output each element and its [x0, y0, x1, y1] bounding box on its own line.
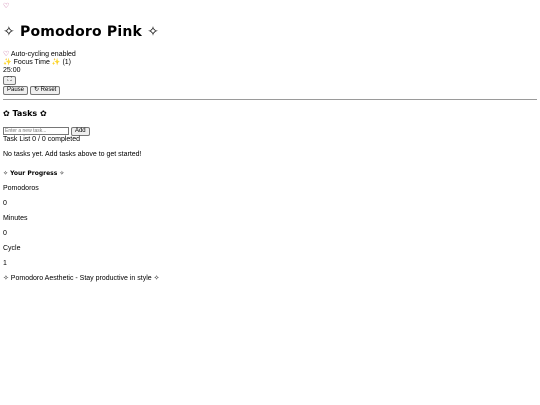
timer-section: ♡ Auto-cycling enabled ✨ Focus Time ✨ (1…	[3, 51, 537, 95]
pause-button[interactable]: Pause	[3, 86, 29, 95]
timer-controls: Pause ↻ Reset	[3, 86, 537, 95]
stat-value-cycle: 1	[3, 260, 7, 267]
task-summary: Task List 0 / 0 completed	[3, 136, 81, 143]
add-task-button[interactable]: Add	[70, 127, 90, 136]
progress-section: ✧ Your Progress ✧ Pomodoros 0 Minutes 0 …	[3, 170, 537, 268]
auto-cycle-text: Auto-cycling enabled	[10, 51, 76, 58]
stat-label-minutes: Minutes	[3, 215, 28, 222]
heart-icon: ♡	[3, 51, 10, 58]
footer-text: ✧ Pomodoro Aesthetic - Stay productive i…	[3, 275, 160, 282]
app-root: ♡ ✧ Pomodoro Pink ✧ ♡ Auto-cycling enabl…	[0, 0, 540, 405]
reset-label: Reset	[40, 87, 57, 93]
section-divider	[3, 99, 537, 100]
stat-value-minutes: 0	[3, 230, 7, 237]
fullscreen-button[interactable]: ⛶	[3, 76, 16, 85]
timer-display: 25:00	[3, 67, 21, 74]
tasks-section: ✿ Tasks ✿ Add Task List 0 / 0 completed …	[3, 109, 537, 159]
stat-label-cycle: Cycle	[3, 245, 21, 252]
progress-title: ✧ Your Progress ✧	[3, 170, 65, 177]
stat-label-pomodoros: Pomodoros	[3, 185, 39, 192]
app-title: ✧ Pomodoro Pink ✧	[3, 24, 160, 40]
refresh-icon: ↻	[33, 87, 39, 93]
fullscreen-icon: ⛶	[7, 77, 12, 83]
heart-icon: ♡	[3, 3, 10, 10]
task-form: Add	[3, 127, 537, 136]
task-input[interactable]	[3, 127, 69, 135]
reset-button[interactable]: ↻ Reset	[29, 86, 61, 95]
stat-value-pomodoros: 0	[3, 200, 7, 207]
timer-mode-label: ✨ Focus Time ✨ (1)	[3, 59, 71, 66]
tasks-title: ✿ Tasks ✿	[3, 109, 47, 118]
auto-cycle-status: ♡ Auto-cycling enabled	[3, 51, 537, 59]
empty-tasks-message: No tasks yet. Add tasks above to get sta…	[3, 151, 142, 158]
